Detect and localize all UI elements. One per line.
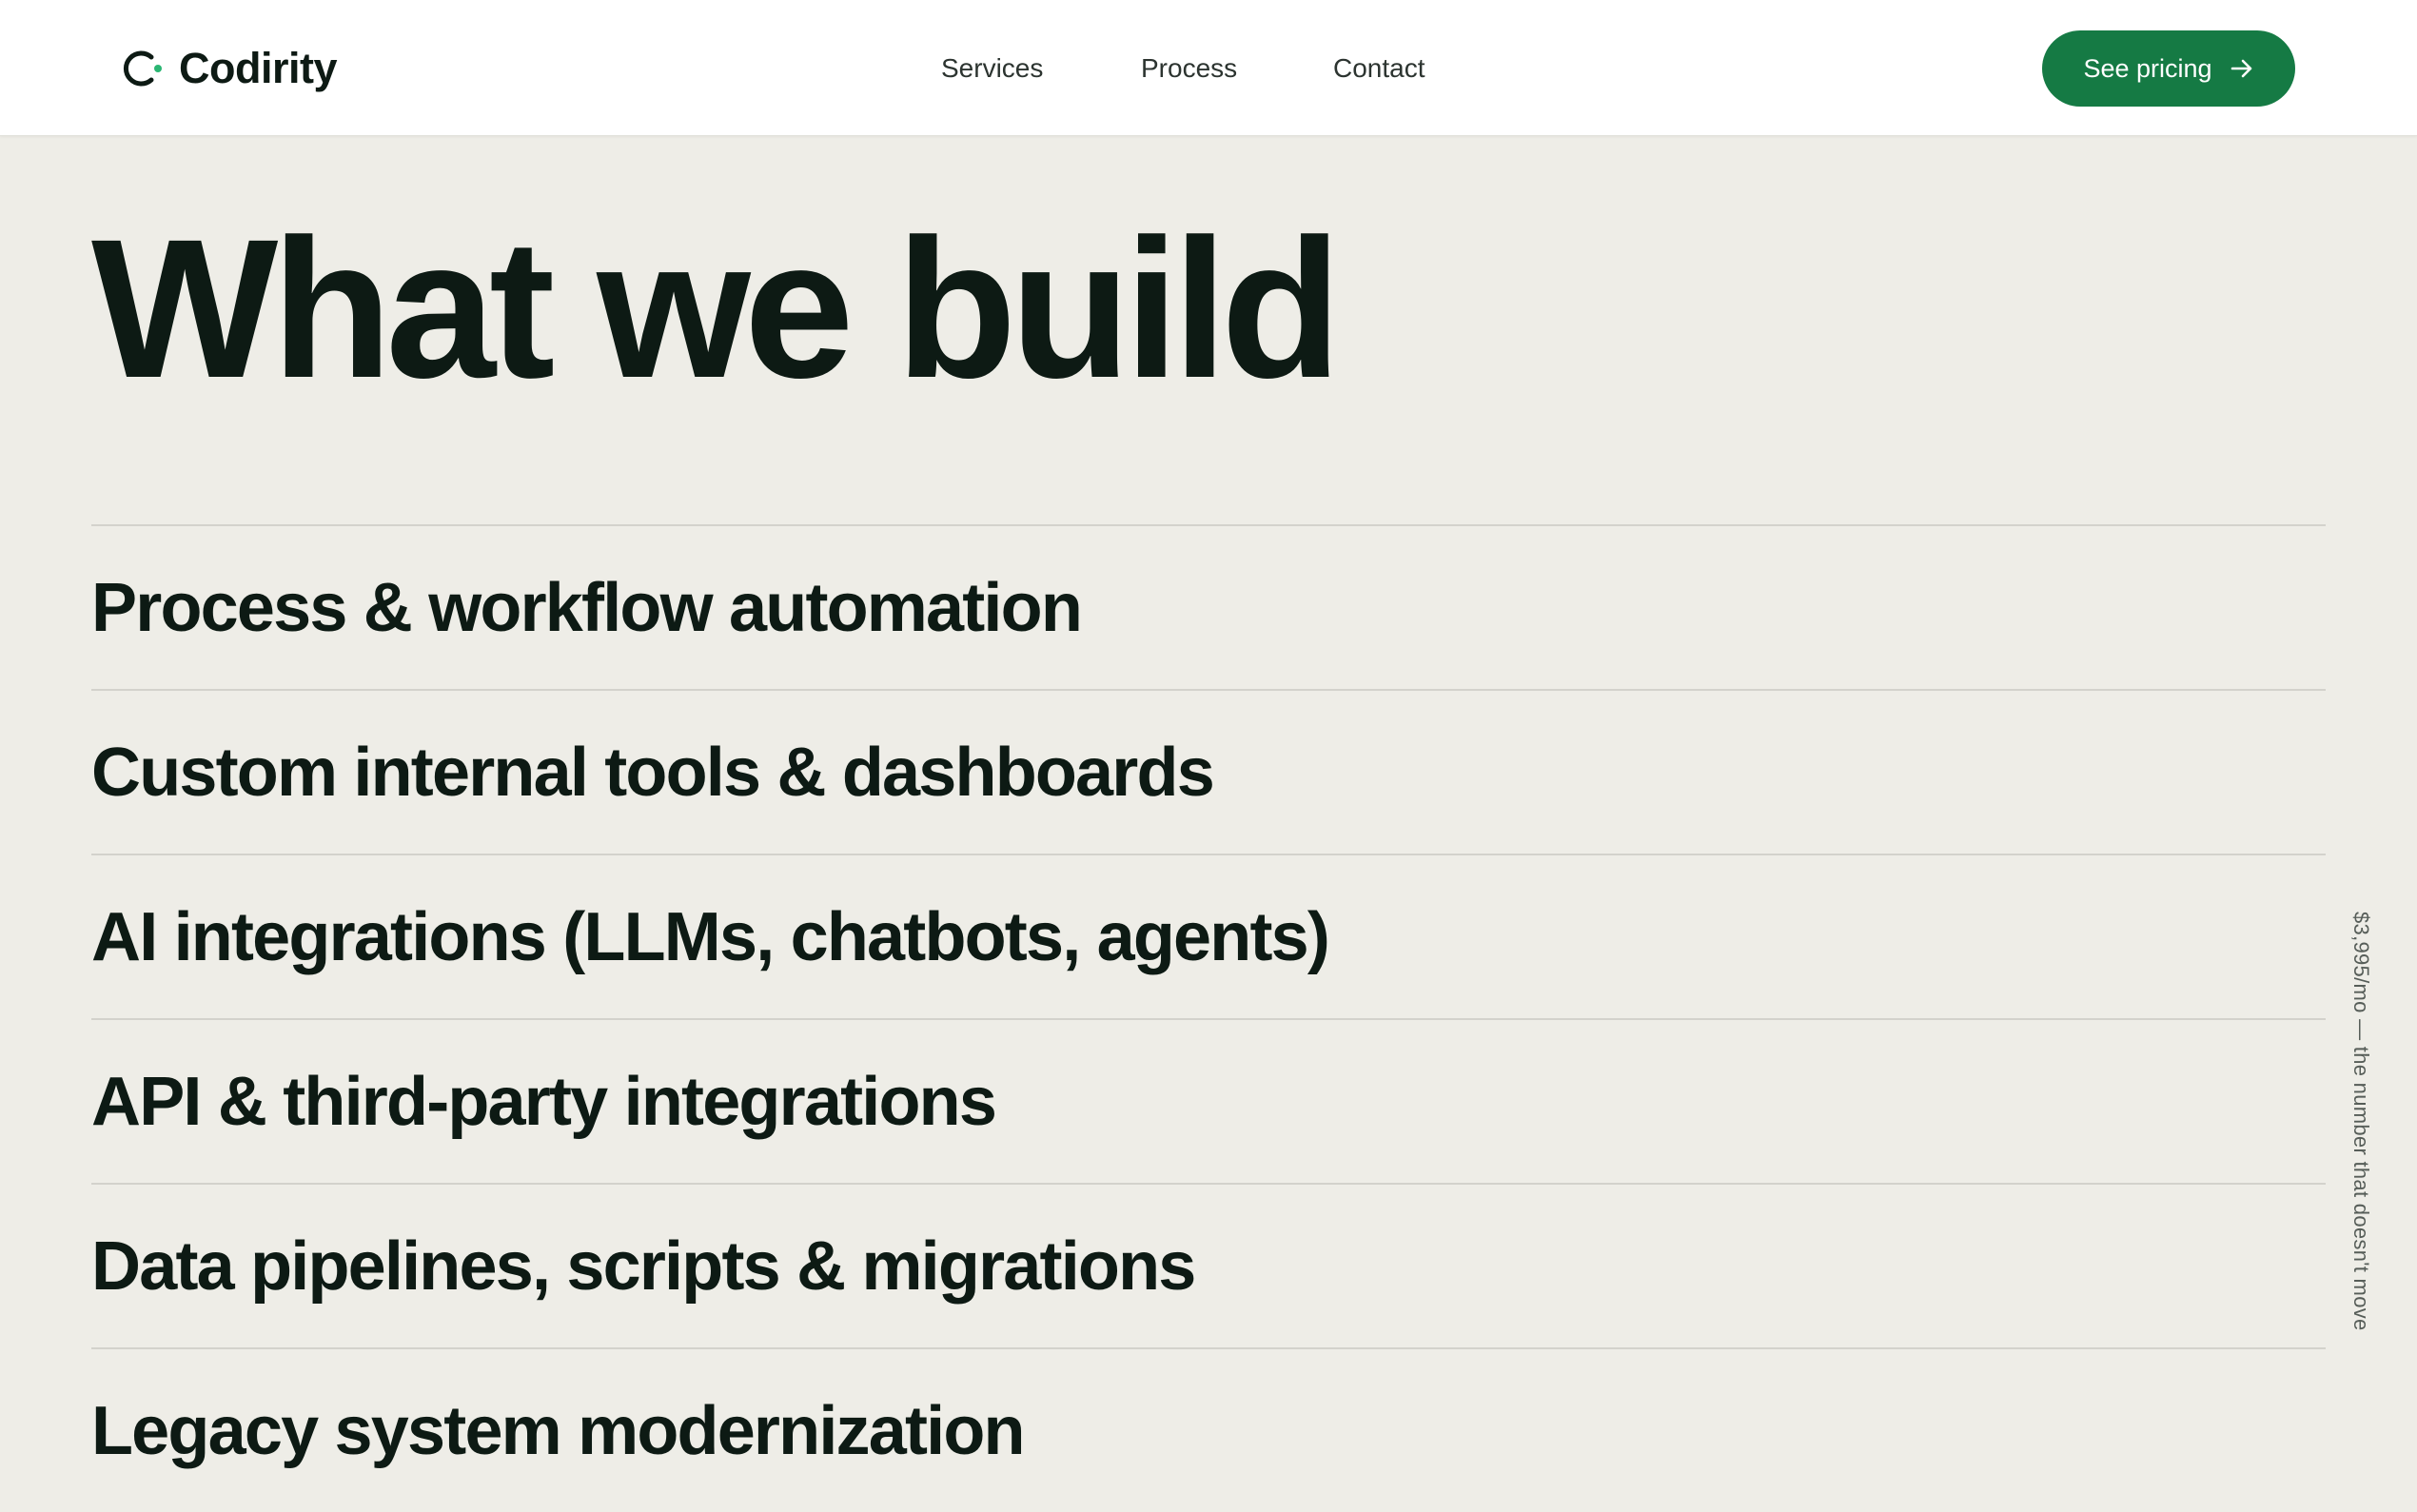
arrow-right-icon: [2230, 59, 2251, 78]
list-item: Custom internal tools & dashboards: [91, 689, 2326, 854]
service-label: Process & workflow automation: [91, 569, 1083, 646]
service-label: API & third-party integrations: [91, 1063, 997, 1140]
list-item: Process & workflow automation: [91, 524, 2326, 689]
service-label: Data pipelines, scripts & migrations: [91, 1227, 1196, 1305]
see-pricing-label: See pricing: [2083, 53, 2212, 83]
nav-link-services[interactable]: Services: [941, 49, 1043, 88]
services-list: Process & workflow automation Custom int…: [91, 524, 2326, 1512]
list-item: AI integrations (LLMs, chatbots, agents): [91, 854, 2326, 1018]
list-item: Data pipelines, scripts & migrations: [91, 1183, 2326, 1347]
page-title: What we build: [91, 199, 1342, 420]
list-item: Legacy system modernization: [91, 1347, 2326, 1512]
service-label: Legacy system modernization: [91, 1392, 1026, 1469]
site-header: Codirity Services Process Contact See pr…: [0, 0, 2417, 136]
nav-link-process[interactable]: Process: [1141, 49, 1237, 88]
see-pricing-button[interactable]: See pricing: [2042, 30, 2295, 107]
service-label: AI integrations (LLMs, chatbots, agents): [91, 898, 1330, 975]
list-item: API & third-party integrations: [91, 1018, 2326, 1183]
nav-link-contact[interactable]: Contact: [1333, 49, 1425, 88]
pricing-side-note: $3,995/mo — the number that doesn't move: [2349, 912, 2373, 1331]
service-label: Custom internal tools & dashboards: [91, 734, 1215, 811]
